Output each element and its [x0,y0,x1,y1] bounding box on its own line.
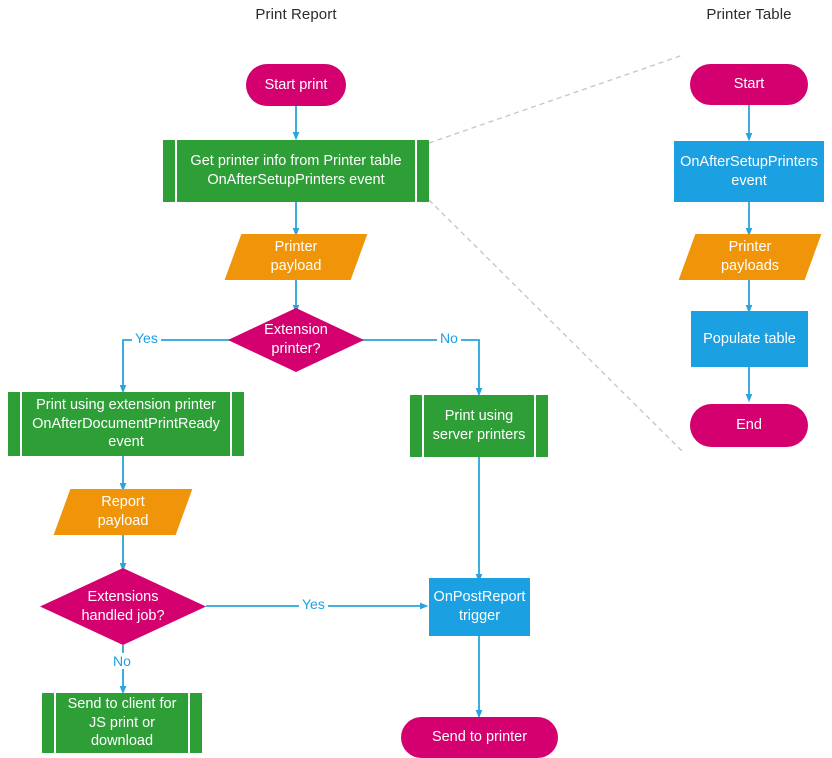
column-title-printer-table: Printer Table [706,6,792,23]
callout-line-top [428,54,684,144]
edge-label-handled-no: No [110,653,134,669]
node-send-to-printer[interactable]: Send to printer [401,717,558,758]
node-pt-onaftersetupprinters-event[interactable]: OnAfterSetupPrinters event [674,141,824,202]
node-report-payload[interactable]: Report payload [53,489,193,535]
node-pt-start-label: Start [733,76,765,93]
node-printer-payload-label: Printer payload [270,239,322,274]
node-extension-printer-decision[interactable]: Extension printer? [228,308,364,372]
node-pt-printer-payloads-label: Printer payloads [720,239,780,274]
node-pt-onaftersetupprinters-event-label: OnAfterSetupPrinters event [680,153,818,189]
edge-label-extension-yes: Yes [132,330,161,346]
node-send-to-printer-label: Send to printer [431,729,528,746]
node-report-payload-label: Report payload [97,494,149,529]
node-pt-populate-table[interactable]: Populate table [691,311,808,367]
node-get-printer-info-label: Get printer info from Printer table OnAf… [190,153,402,188]
node-onpostreport-trigger[interactable]: OnPostReport trigger [429,578,530,636]
node-send-to-client-label: Send to client for JS print or download [67,696,177,750]
node-print-using-server-printers-label: Print using server printers [432,408,526,443]
node-pt-start[interactable]: Start [690,64,808,105]
node-printer-payload[interactable]: Printer payload [224,234,368,280]
edge-label-extension-no: No [437,330,461,346]
node-send-to-client[interactable]: Send to client for JS print or download [42,693,202,753]
node-pt-printer-payloads[interactable]: Printer payloads [678,234,822,280]
node-start-print-label: Start print [264,76,328,93]
node-print-using-extension-printer-label: Print using extension printer OnAfterDoc… [32,397,220,451]
edge-decision-no [361,339,483,397]
edge-decision-yes [119,339,231,394]
node-extensions-handled-decision[interactable]: Extensions handled job? [40,568,206,645]
node-pt-populate-table-label: Populate table [703,330,796,347]
column-title-print-report: Print Report [255,6,337,23]
flowchart-canvas: Print Report Printer Table Start print G… [0,0,832,758]
node-extension-printer-decision-label: Extension printer? [264,322,328,357]
node-pt-end-label: End [736,417,762,434]
node-print-using-server-printers[interactable]: Print using server printers [410,395,548,457]
node-extensions-handled-decision-label: Extensions handled job? [81,588,165,624]
node-print-using-extension-printer[interactable]: Print using extension printer OnAfterDoc… [8,392,244,456]
node-onpostreport-trigger-label: OnPostReport trigger [433,589,526,624]
node-get-printer-info[interactable]: Get printer info from Printer table OnAf… [163,140,429,202]
node-pt-end[interactable]: End [690,404,808,447]
edge-label-handled-yes: Yes [299,596,328,612]
node-start-print[interactable]: Start print [246,64,346,106]
